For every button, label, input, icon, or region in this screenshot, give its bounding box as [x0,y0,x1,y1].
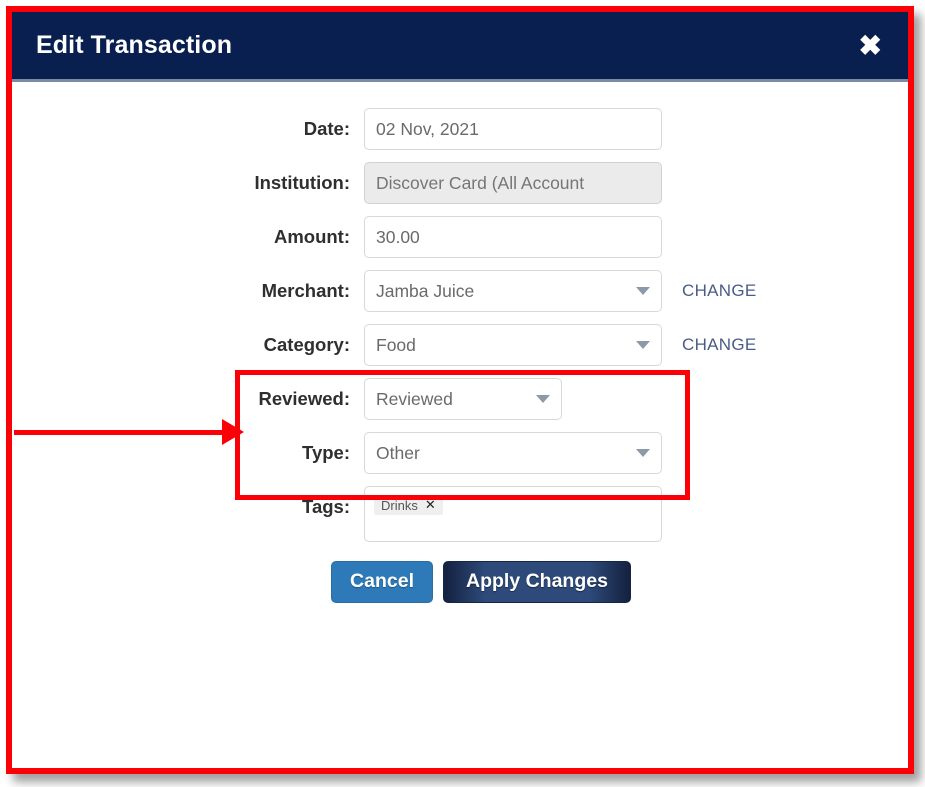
close-icon[interactable]: ✖ [855,31,886,60]
amount-field-wrap: 30.00 [364,216,662,258]
tag-remove-icon[interactable]: ✕ [425,497,436,513]
type-select[interactable]: Other [364,432,662,474]
tag-chip: Drinks ✕ [374,495,443,515]
reviewed-field-wrap: Reviewed [364,378,562,420]
form-row-date: Date: 02 Nov, 2021 [12,108,908,150]
form-row-institution: Institution: Discover Card (All Account [12,162,908,204]
amount-input[interactable]: 30.00 [364,216,662,258]
form-row-merchant: Merchant: Jamba Juice CHANGE [12,270,908,312]
merchant-field-wrap: Jamba Juice CHANGE [364,270,756,312]
tags-input[interactable]: Drinks ✕ [364,486,662,542]
form-row-amount: Amount: 30.00 [12,216,908,258]
type-label: Type: [302,442,350,463]
type-field-wrap: Other [364,432,662,474]
form-row-category: Category: Food CHANGE [12,324,908,366]
merchant-label: Merchant: [261,280,350,301]
institution-label: Institution: [254,172,350,193]
modal-actions: Cancel Apply Changes [12,561,908,603]
institution-field-wrap: Discover Card (All Account [364,162,662,204]
category-label: Category: [263,334,350,355]
date-input[interactable]: 02 Nov, 2021 [364,108,662,150]
annotated-screenshot-frame: Edit Transaction ✖ Date: 02 Nov, 2021 In… [6,6,914,774]
date-field-wrap: 02 Nov, 2021 [364,108,662,150]
merchant-change-link[interactable]: CHANGE [682,270,757,312]
category-change-link[interactable]: CHANGE [682,324,757,366]
tag-chip-label: Drinks [381,497,418,513]
cancel-button[interactable]: Cancel [331,561,433,603]
modal-body: Date: 02 Nov, 2021 Institution: Discover… [12,82,908,768]
form-row-tags: Tags: Drinks ✕ [12,486,908,542]
institution-input: Discover Card (All Account [364,162,662,204]
reviewed-select[interactable]: Reviewed [364,378,562,420]
apply-changes-button[interactable]: Apply Changes [443,561,631,603]
category-select[interactable]: Food [364,324,662,366]
amount-label: Amount: [273,226,350,247]
date-label: Date: [303,118,350,139]
edit-transaction-modal: Edit Transaction ✖ Date: 02 Nov, 2021 In… [12,12,908,768]
form-row-type: Type: Other [12,432,908,474]
category-field-wrap: Food CHANGE [364,324,756,366]
modal-title: Edit Transaction [36,31,233,59]
modal-header: Edit Transaction ✖ [12,12,908,82]
tags-field-wrap: Drinks ✕ [364,486,662,542]
merchant-select[interactable]: Jamba Juice [364,270,662,312]
form-row-reviewed: Reviewed: Reviewed [12,378,908,420]
tags-label: Tags: [302,496,350,517]
reviewed-label: Reviewed: [258,388,350,409]
